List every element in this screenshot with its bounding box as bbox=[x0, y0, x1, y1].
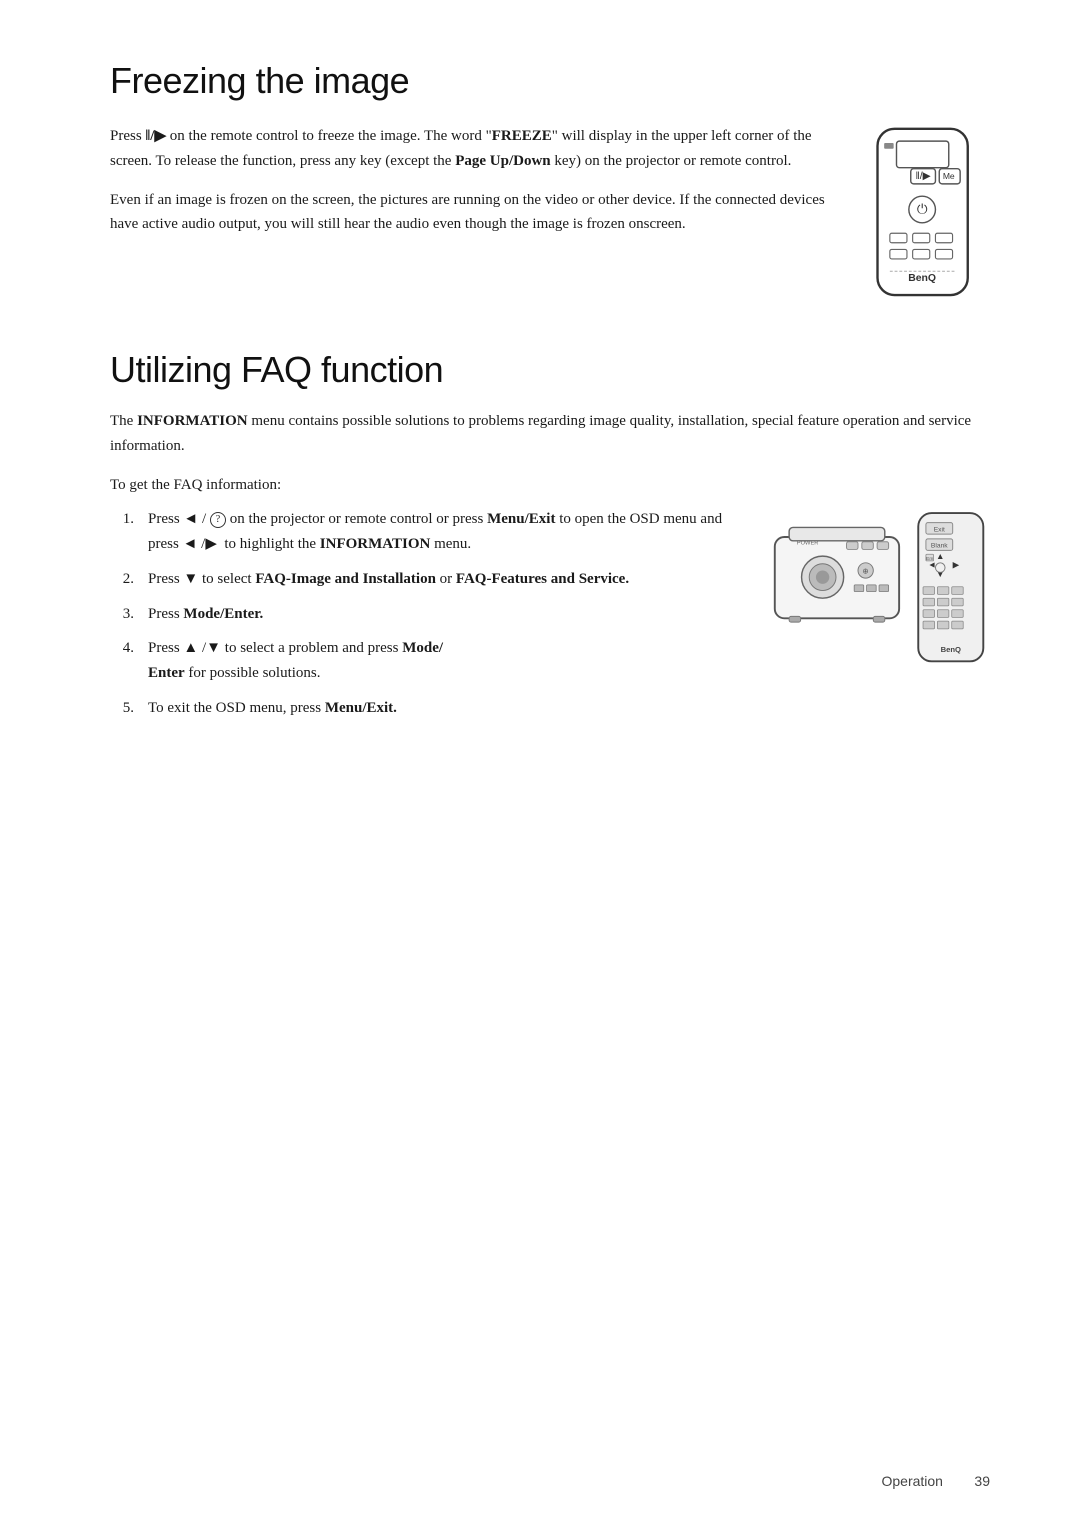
faq-steps: 1. Press ◄ / ? on the projector or remot… bbox=[110, 507, 740, 730]
svg-text:Em: Em bbox=[926, 556, 933, 562]
remote-control-image: ‖/▶ Me ⏻ BenQ bbox=[860, 124, 990, 319]
svg-text:POWER: POWER bbox=[797, 541, 819, 547]
svg-text:▲: ▲ bbox=[936, 551, 945, 561]
freeze-section: Press ‖/▶ on the remote control to freez… bbox=[110, 124, 990, 319]
svg-text:BenQ: BenQ bbox=[941, 645, 961, 654]
step-1-content: Press ◄ / ? on the projector or remote c… bbox=[148, 507, 740, 557]
faq-devices-image: POWER ⊕ Exit bbox=[770, 507, 990, 730]
freeze-para2: Even if an image is frozen on the screen… bbox=[110, 188, 830, 238]
faq-intro: The INFORMATION menu contains possible s… bbox=[110, 409, 990, 459]
svg-text:Exit: Exit bbox=[934, 527, 945, 534]
svg-text:▼: ▼ bbox=[936, 569, 945, 579]
svg-text:‖/▶: ‖/▶ bbox=[915, 171, 930, 182]
step-4-num: 4. bbox=[110, 636, 134, 686]
freeze-para1: Press ‖/▶ on the remote control to freez… bbox=[110, 124, 830, 174]
footer-page: 39 bbox=[974, 1473, 990, 1489]
step-5-content: To exit the OSD menu, press Menu/Exit. bbox=[148, 696, 740, 721]
to-get-text: To get the FAQ information: bbox=[110, 473, 990, 498]
footer: Operation 39 bbox=[881, 1473, 990, 1489]
footer-separator bbox=[953, 1473, 965, 1489]
step-5-num: 5. bbox=[110, 696, 134, 721]
footer-label: Operation bbox=[881, 1473, 942, 1489]
step-1: 1. Press ◄ / ? on the projector or remot… bbox=[110, 507, 740, 557]
section-title-faq: Utilizing FAQ function bbox=[110, 349, 990, 391]
step-3-num: 3. bbox=[110, 602, 134, 627]
step-1-num: 1. bbox=[110, 507, 134, 557]
svg-text:⊕: ⊕ bbox=[862, 567, 868, 576]
step-2-content: Press ▼ to select FAQ-Image and Installa… bbox=[148, 567, 740, 592]
svg-text:⏻: ⏻ bbox=[917, 201, 928, 216]
svg-text:▶: ▶ bbox=[953, 560, 960, 570]
step-5: 5. To exit the OSD menu, press Menu/Exit… bbox=[110, 696, 740, 721]
step-2: 2. Press ▼ to select FAQ-Image and Insta… bbox=[110, 567, 740, 592]
freeze-text: Press ‖/▶ on the remote control to freez… bbox=[110, 124, 830, 319]
svg-text:BenQ: BenQ bbox=[908, 273, 936, 284]
faq-content: 1. Press ◄ / ? on the projector or remot… bbox=[110, 507, 990, 730]
section-title-freeze: Freezing the image bbox=[110, 60, 990, 102]
step-2-num: 2. bbox=[110, 567, 134, 592]
svg-text:Me: Me bbox=[943, 171, 955, 181]
svg-text:Blank: Blank bbox=[931, 543, 948, 550]
step-4-content: Press ▲ /▼ to select a problem and press… bbox=[148, 636, 740, 686]
step-3-content: Press Mode/Enter. bbox=[148, 602, 740, 627]
page: Freezing the image Press ‖/▶ on the remo… bbox=[0, 0, 1080, 1529]
faq-intro-text: The INFORMATION menu contains possible s… bbox=[110, 409, 990, 459]
step-3: 3. Press Mode/Enter. bbox=[110, 602, 740, 627]
steps-list: 1. Press ◄ / ? on the projector or remot… bbox=[110, 507, 740, 720]
step-4: 4. Press ▲ /▼ to select a problem and pr… bbox=[110, 636, 740, 686]
